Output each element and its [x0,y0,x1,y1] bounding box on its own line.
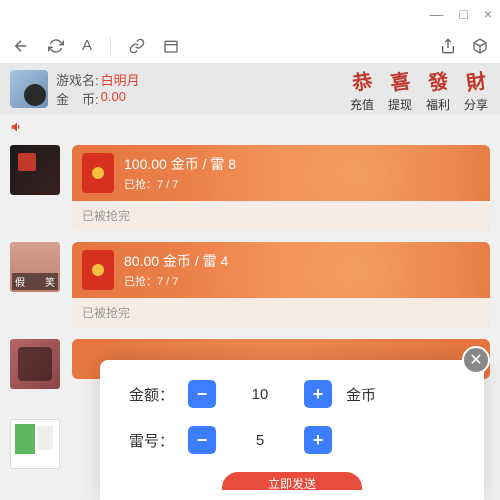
envelope-status: 已被抢完 [72,201,490,230]
maximize-button[interactable]: □ [459,6,467,22]
send-modal: ✕ 金额： − 10 + 金币 雷号： − 5 + 立即发送 [100,360,484,500]
action-提现[interactable]: 喜提现 [386,66,414,113]
mine-label: 雷号： [124,430,174,451]
action-glyph: 發 [422,64,454,96]
amount-label: 金额： [124,384,174,405]
action-label: 分享 [464,96,488,113]
share-icon[interactable] [440,38,456,54]
envelope-amount: 100.00 金币 / 雷 8 [124,154,236,174]
coin-label: 金 币: [56,89,99,108]
refresh-icon[interactable] [48,38,64,54]
action-充值[interactable]: 恭充值 [348,66,376,113]
minimize-button[interactable]: — [429,6,443,22]
action-label: 福利 [426,96,450,113]
redpack-icon [82,250,114,290]
mine-value: 5 [230,432,290,449]
envelope-progress: 已抢：7 / 7 [124,176,236,192]
user-info: 游戏名: 白明月 金 币: 0.00 [56,70,140,108]
back-icon[interactable] [12,37,30,55]
cube-icon[interactable] [472,38,488,54]
amount-value: 10 [230,386,290,403]
feed-thumb[interactable] [10,339,60,389]
amount-plus-button[interactable]: + [304,380,332,408]
amount-unit: 金币 [346,384,376,405]
action-分享[interactable]: 財分享 [462,66,490,113]
name-label: 游戏名: [56,70,99,89]
speaker-icon [0,114,500,145]
font-icon[interactable]: A [82,37,92,54]
mine-minus-button[interactable]: − [188,426,216,454]
coin-value: 0.00 [101,89,126,108]
feed-thumb[interactable]: 假笑 [10,242,60,292]
name-value: 白明月 [101,70,140,89]
link-icon[interactable] [129,38,145,54]
action-glyph: 喜 [384,64,416,96]
amount-minus-button[interactable]: − [188,380,216,408]
feed-thumb[interactable] [10,145,60,195]
feed-thumb[interactable] [10,419,60,469]
red-envelope[interactable]: 80.00 金币 / 雷 4 已抢：7 / 7 已被抢完 [72,242,490,327]
envelope-progress: 已抢：7 / 7 [124,273,228,289]
close-button[interactable]: × [484,6,492,22]
calendar-icon[interactable] [163,38,179,54]
redpack-icon [82,153,114,193]
action-glyph: 恭 [346,64,378,96]
avatar[interactable] [10,70,48,108]
action-label: 提现 [388,96,412,113]
action-福利[interactable]: 發福利 [424,66,452,113]
action-glyph: 財 [460,64,492,96]
red-envelope[interactable]: 100.00 金币 / 雷 8 已抢：7 / 7 已被抢完 [72,145,490,230]
action-label: 充值 [350,96,374,113]
close-icon[interactable]: ✕ [462,346,490,374]
envelope-amount: 80.00 金币 / 雷 4 [124,251,228,271]
divider [110,37,111,55]
mine-plus-button[interactable]: + [304,426,332,454]
envelope-status: 已被抢完 [72,298,490,327]
send-button[interactable]: 立即发送 [222,472,362,490]
